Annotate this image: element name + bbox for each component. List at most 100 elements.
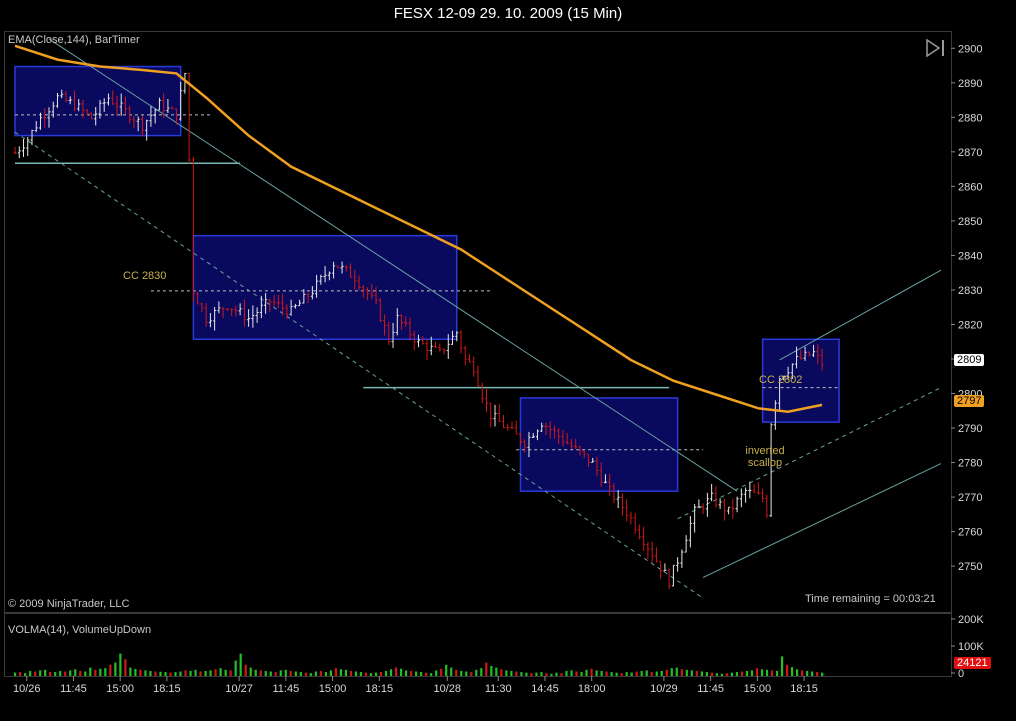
volume-bar	[450, 667, 453, 676]
price-tick-label: 2760	[958, 527, 982, 539]
volume-axis: 200K 100K 0 24121	[951, 613, 1015, 680]
time-tick-label: 10/28	[434, 683, 462, 695]
time-axis-svg: 10/26 11:45 15:00 18:15 10/27 11:45 15:00 18:15…	[13, 676, 818, 695]
volume-bar	[134, 669, 137, 676]
time-tick-label: 11:45	[697, 683, 724, 695]
volume-bar	[239, 653, 242, 676]
volume-bar	[129, 667, 132, 676]
time-tick-label: 18:00	[578, 683, 606, 695]
price-tick-label: 2770	[958, 492, 982, 504]
volume-bar	[480, 668, 483, 676]
price-axis: 2750276027702780279028002810282028302840…	[951, 31, 1015, 611]
volume-bar	[445, 664, 448, 676]
price-indicator-label: EMA(Close,144), BarTimer	[8, 34, 140, 46]
price-panel[interactable]: EMA(Close,144), BarTimer © 2009 NinjaTra…	[4, 31, 952, 613]
scallop-annotation: inverted scallop	[742, 445, 788, 469]
volume-bar	[495, 667, 498, 676]
play-end-icon-svg	[926, 38, 944, 58]
price-tick-label: 2780	[958, 458, 982, 470]
time-tick-label: 10/27	[225, 683, 253, 695]
play-end-icon[interactable]	[925, 38, 947, 58]
price-tick-label: 2830	[958, 285, 982, 297]
volume-bar	[234, 660, 237, 676]
trend-line	[702, 463, 942, 578]
volume-indicator-label: VOLMA(14), VolumeUpDown	[8, 624, 152, 636]
time-tick-label: 14:45	[531, 683, 559, 695]
time-tick-label: 11:45	[272, 683, 299, 695]
price-tick-label: 2860	[958, 181, 982, 193]
volume-tick-label: 200K	[958, 614, 984, 626]
trend-line	[14, 131, 704, 599]
time-axis: 10/26 11:45 15:00 18:15 10/27 11:45 15:00 18:15…	[4, 676, 950, 716]
last-volume-marker: 24121	[954, 657, 991, 669]
volume-bar	[590, 668, 593, 676]
time-tick-label: 18:15	[153, 683, 181, 695]
volume-bar	[394, 667, 398, 676]
consolidation-box	[192, 234, 458, 341]
cc-2802-label: CC 2802	[759, 374, 803, 386]
time-remaining: Time remaining = 00:03:21	[805, 593, 936, 605]
scallop-line-1: inverted	[745, 445, 785, 457]
price-chart-svg[interactable]	[5, 32, 951, 612]
volume-bar	[244, 664, 247, 676]
volume-bar	[399, 668, 403, 676]
consolidation-box	[14, 65, 182, 137]
volume-bar	[89, 667, 92, 676]
volume-bar	[104, 668, 107, 676]
volume-bar	[219, 668, 222, 676]
scallop-line-2: scallop	[747, 457, 783, 469]
price-tick-label: 2890	[958, 78, 982, 90]
time-tick-label: 15:00	[744, 683, 772, 695]
volume-bar	[485, 662, 488, 676]
volume-bar	[490, 665, 493, 676]
price-tick-label: 2750	[958, 561, 982, 573]
volume-bar	[760, 669, 764, 676]
volume-tick-label: 0	[958, 668, 964, 680]
cc-2830-label: CC 2830	[123, 270, 167, 282]
volume-bar	[99, 668, 102, 676]
price-tick-label: 2870	[958, 147, 982, 159]
volume-bar	[214, 669, 217, 676]
price-tick-label: 2880	[958, 112, 982, 124]
volume-bar	[680, 669, 683, 676]
time-tick-label: 11:45	[60, 683, 87, 695]
volume-bar	[249, 667, 252, 676]
price-tick-label: 2840	[958, 250, 982, 262]
time-tick-label: 11:30	[485, 683, 512, 695]
time-tick-label: 18:15	[366, 683, 394, 695]
trend-line	[779, 269, 942, 361]
consolidation-box	[519, 397, 679, 492]
price-tick-label: 2900	[958, 43, 982, 55]
volume-bars	[14, 653, 824, 676]
volume-bar	[124, 659, 127, 676]
volume-bar	[109, 664, 112, 676]
volume-bar	[755, 668, 759, 676]
volume-bar	[796, 669, 799, 676]
time-tick-label: 10/26	[13, 683, 41, 695]
price-tick-label: 2850	[958, 216, 982, 228]
time-tick-label: 15:00	[319, 683, 347, 695]
volume-bar	[675, 667, 678, 676]
volume-bar	[119, 653, 122, 676]
volume-panel[interactable]: VOLMA(14), VolumeUpDown	[4, 613, 952, 677]
price-tick-label: 2820	[958, 319, 982, 331]
trend-line	[48, 38, 738, 492]
volume-bar	[500, 669, 503, 676]
volume-bar	[389, 669, 393, 676]
volume-bar	[339, 669, 343, 676]
volume-bar	[790, 667, 794, 676]
price-axis-svg: 2750276027702780279028002810282028302840…	[951, 43, 982, 573]
time-tick-label: 15:00	[106, 683, 134, 695]
volume-bar	[780, 656, 784, 676]
copyright-label: © 2009 NinjaTrader, LLC	[8, 598, 130, 610]
volume-bar	[670, 668, 673, 676]
last-price-marker: 2809	[954, 354, 985, 366]
price-tick-label: 2790	[958, 423, 982, 435]
ema-value-marker: 2797	[954, 395, 985, 407]
volume-bar	[785, 664, 789, 676]
time-tick-label: 18:15	[790, 683, 818, 695]
window-title: FESX 12-09 29. 10. 2009 (15 Min)	[393, 5, 623, 22]
volume-bar	[74, 669, 77, 676]
volume-bar	[440, 668, 443, 676]
volume-bar	[334, 668, 338, 676]
